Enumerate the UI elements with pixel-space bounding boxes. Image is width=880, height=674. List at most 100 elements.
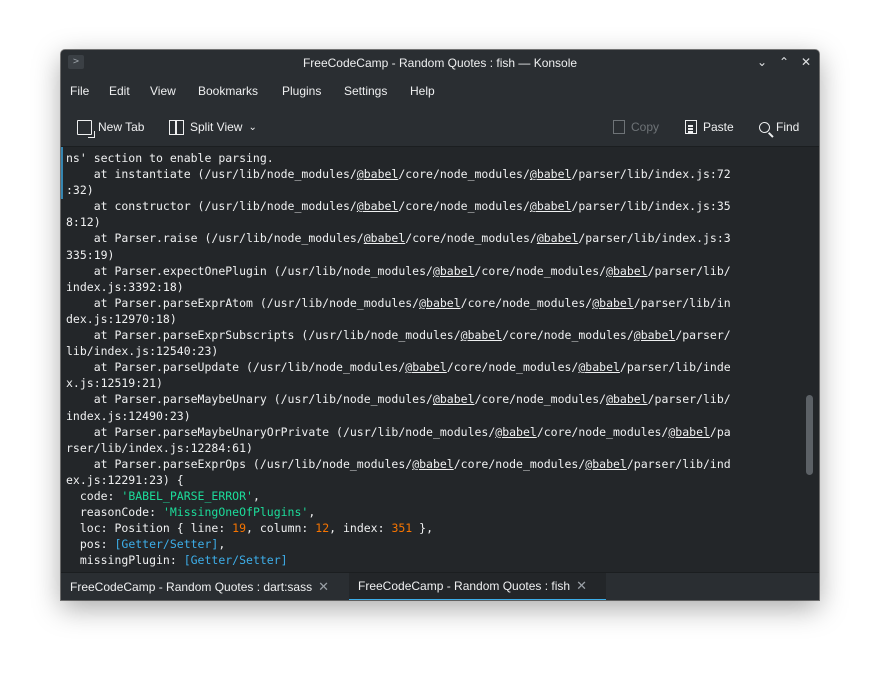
terminal-line: ns' section to enable parsing. <box>66 150 731 166</box>
terminal-text: [Getter/Setter] <box>183 553 288 568</box>
terminal-line: pos: [Getter/Setter], <box>66 536 731 552</box>
terminal-line: missingPlugin: [Getter/Setter] <box>66 552 731 568</box>
terminal-text: at Parser.parseUpdate (/usr/lib/node_mod… <box>66 360 406 375</box>
terminal-text: @babel <box>585 456 627 471</box>
menu-plugins[interactable]: Plugins <box>282 84 321 98</box>
terminal-text: @babel <box>529 199 572 214</box>
menu-bookmarks[interactable]: Bookmarks <box>198 84 258 98</box>
terminal-text: }, <box>412 521 434 536</box>
terminal-text: /parser/lib/index.js:3 <box>578 231 731 246</box>
terminal-line: at Parser.parseExprOps (/usr/lib/node_mo… <box>66 456 731 472</box>
terminal-text: at Parser.raise (/usr/lib/node_modules/ <box>66 231 364 246</box>
terminal-line: :32) <box>66 182 731 198</box>
terminal-line: index.js:12490:23) <box>66 408 731 424</box>
menu-settings[interactable]: Settings <box>344 84 387 98</box>
new-tab-button[interactable]: New Tab <box>77 118 145 138</box>
minimize-icon[interactable]: ⌄ <box>754 54 770 70</box>
terminal-text: /parser/lib/ind <box>626 456 731 471</box>
close-icon[interactable]: ✕ <box>798 54 814 70</box>
terminal-text: rser/lib/index.js:12284:61) <box>66 440 253 455</box>
terminal-text: at Parser.parseMaybeUnaryOrPrivate (/usr… <box>66 424 496 439</box>
terminal-text: /core/node_modules/ <box>398 167 530 182</box>
terminal-text: @babel <box>606 392 648 407</box>
terminal-text: @babel <box>633 328 676 343</box>
tab-dart-sass[interactable]: FreeCodeCamp - Random Quotes : dart:sass… <box>61 573 348 600</box>
tab-fish[interactable]: FreeCodeCamp - Random Quotes : fish ✕ <box>349 573 606 600</box>
terminal-text: /parser/lib/inde <box>619 360 731 375</box>
new-tab-label: New Tab <box>98 120 145 134</box>
terminal-line: at constructor (/usr/lib/node_modules/@b… <box>66 198 731 214</box>
terminal-text: , <box>252 488 260 503</box>
terminal-text: /core/node_modules/ <box>502 328 634 343</box>
terminal-line: at Parser.raise (/usr/lib/node_modules/@… <box>66 230 731 246</box>
terminal-text: reasonCode: <box>66 505 163 520</box>
terminal-text: /parser/lib/in <box>633 295 731 310</box>
terminal-text: @babel <box>432 392 475 407</box>
terminal-text: /core/node_modules/ <box>460 295 593 310</box>
terminal-text: at instantiate (/usr/lib/node_modules/ <box>66 167 357 182</box>
toolbar: New Tab Split View ⌄ Copy Paste Find <box>61 106 819 147</box>
terminal-scrollbar[interactable] <box>801 147 819 600</box>
terminal-text: lib/index.js:12540:23) <box>66 344 219 359</box>
terminal-text: , index: <box>329 521 392 536</box>
terminal-text: /core/node_modules/ <box>474 263 607 278</box>
terminal-line: 8:12) <box>66 214 731 230</box>
menu-edit[interactable]: Edit <box>109 84 130 98</box>
terminal-text: /parser/lib/index.js:35 <box>571 199 731 214</box>
terminal-line: index.js:3392:18) <box>66 279 731 295</box>
terminal-line: at Parser.expectOnePlugin (/usr/lib/node… <box>66 263 731 279</box>
terminal-text: @babel <box>432 263 475 278</box>
window-title: FreeCodeCamp - Random Quotes : fish — Ko… <box>302 56 578 70</box>
terminal-line: at Parser.parseUpdate (/usr/lib/node_mod… <box>66 359 731 375</box>
scrollbar-thumb[interactable] <box>806 395 813 475</box>
terminal-text: dex.js:12970:18) <box>66 311 177 326</box>
menu-file[interactable]: File <box>70 84 89 98</box>
close-icon[interactable]: ✕ <box>318 579 329 595</box>
terminal-text: 335:19) <box>66 247 115 262</box>
terminal-text: @babel <box>363 231 406 246</box>
terminal-line: dex.js:12970:18) <box>66 311 731 327</box>
find-button[interactable]: Find <box>759 118 799 136</box>
terminal-text: pos: <box>66 537 115 552</box>
terminal-text: @babel <box>606 263 648 278</box>
terminal-line: at Parser.parseExprSubscripts (/usr/lib/… <box>66 327 731 343</box>
tab-label: FreeCodeCamp - Random Quotes : dart:sass <box>70 580 313 594</box>
terminal-text: , <box>218 537 226 552</box>
terminal-text: @babel <box>419 295 461 310</box>
terminal-text: /parser/lib/index.js:72 <box>571 167 731 182</box>
terminal-text: 8:12) <box>66 215 101 230</box>
konsole-window: > FreeCodeCamp - Random Quotes : fish — … <box>61 50 819 600</box>
terminal-output[interactable]: ns' section to enable parsing. at instan… <box>61 147 801 600</box>
terminal-line: code: 'BABEL_PARSE_ERROR', <box>66 488 731 504</box>
close-icon[interactable]: ✕ <box>576 578 587 594</box>
split-view-button[interactable]: Split View ⌄ <box>169 118 257 136</box>
copy-button[interactable]: Copy <box>613 118 659 136</box>
paste-button[interactable]: Paste <box>685 118 734 136</box>
terminal-text: :32) <box>66 183 94 198</box>
split-view-icon <box>169 119 184 135</box>
terminal-text: x.js:12519:21) <box>66 376 163 391</box>
terminal-line: at instantiate (/usr/lib/node_modules/@b… <box>66 166 731 182</box>
terminal-text: at Parser.expectOnePlugin (/usr/lib/node… <box>66 263 433 278</box>
terminal-text: index.js:12490:23) <box>66 408 191 423</box>
terminal-text: @babel <box>412 456 454 471</box>
maximize-icon[interactable]: ⌃ <box>776 54 792 70</box>
terminal-text: 'BABEL_PARSE_ERROR' <box>121 488 253 503</box>
menu-help[interactable]: Help <box>410 84 435 98</box>
terminal-text: @babel <box>460 328 503 343</box>
terminal-text: /core/node_modules/ <box>536 424 669 439</box>
terminal-text: /parser/ <box>675 328 731 343</box>
terminal-line: at Parser.parseMaybeUnaryOrPrivate (/usr… <box>66 424 731 440</box>
terminal-text: at Parser.parseExprOps (/usr/lib/node_mo… <box>66 456 413 471</box>
terminal-focus-marker <box>61 147 63 199</box>
paste-icon <box>685 120 697 134</box>
tab-bar: FreeCodeCamp - Random Quotes : dart:sass… <box>61 572 819 600</box>
menu-view[interactable]: View <box>150 84 176 98</box>
chevron-down-icon: ⌄ <box>248 121 257 133</box>
terminal-line: loc: Position { line: 19, column: 12, in… <box>66 520 731 536</box>
terminal-text: at constructor (/usr/lib/node_modules/ <box>66 199 357 214</box>
terminal-text: @babel <box>536 231 579 246</box>
title-bar[interactable]: > FreeCodeCamp - Random Quotes : fish — … <box>61 50 819 76</box>
terminal-text: @babel <box>356 199 399 214</box>
terminal-text: at Parser.parseMaybeUnary (/usr/lib/node… <box>66 392 433 407</box>
